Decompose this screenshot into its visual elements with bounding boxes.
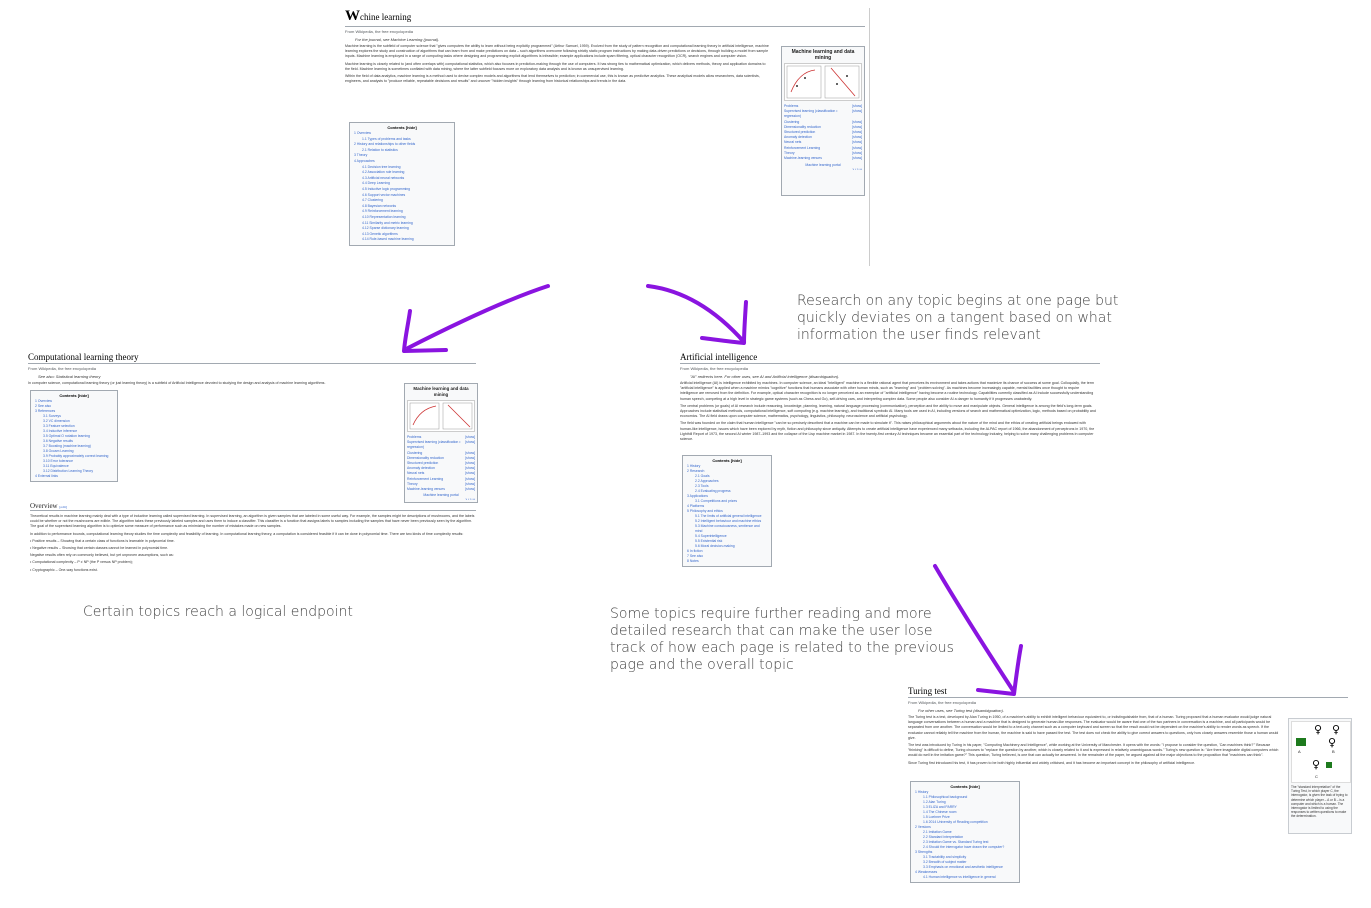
arrows-layer bbox=[402, 284, 1023, 696]
arrow-to-ai bbox=[646, 284, 746, 344]
arrow-to-turing bbox=[933, 564, 1016, 694]
arrow-to-clt bbox=[406, 284, 550, 350]
